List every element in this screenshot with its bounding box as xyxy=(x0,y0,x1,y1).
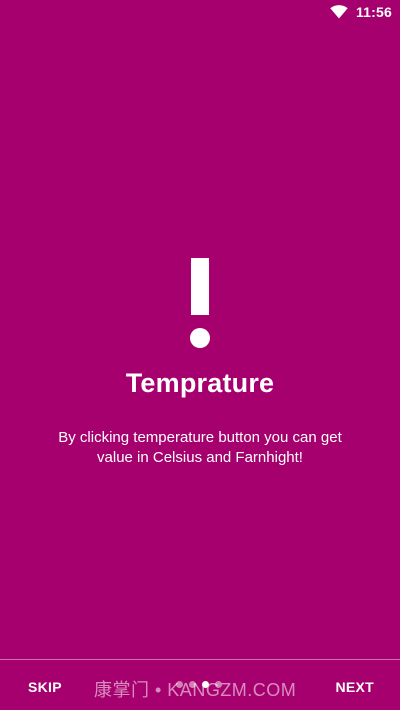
bottom-divider xyxy=(0,659,400,660)
watermark: 康掌门 • KANGZM.COM xyxy=(94,680,297,700)
page-dot-active[interactable] xyxy=(202,681,209,688)
exclamation-icon xyxy=(180,258,220,350)
page-dot[interactable] xyxy=(176,681,183,688)
next-button[interactable]: NEXT xyxy=(327,670,382,704)
status-bar: 11:56 xyxy=(0,0,400,25)
page-description: By clicking temperature button you can g… xyxy=(58,429,342,466)
skip-button[interactable]: SKIP xyxy=(20,670,70,704)
page-dot[interactable] xyxy=(189,681,196,688)
status-icons: 11:56 xyxy=(330,4,392,20)
status-time: 11:56 xyxy=(355,4,392,20)
wifi-icon xyxy=(330,5,348,19)
page-indicator xyxy=(176,681,222,688)
page-dot[interactable] xyxy=(215,681,222,688)
page-title: Temprature xyxy=(125,368,275,398)
onboarding-screen: 11:56 Temprature By clicking temperature… xyxy=(0,0,400,710)
